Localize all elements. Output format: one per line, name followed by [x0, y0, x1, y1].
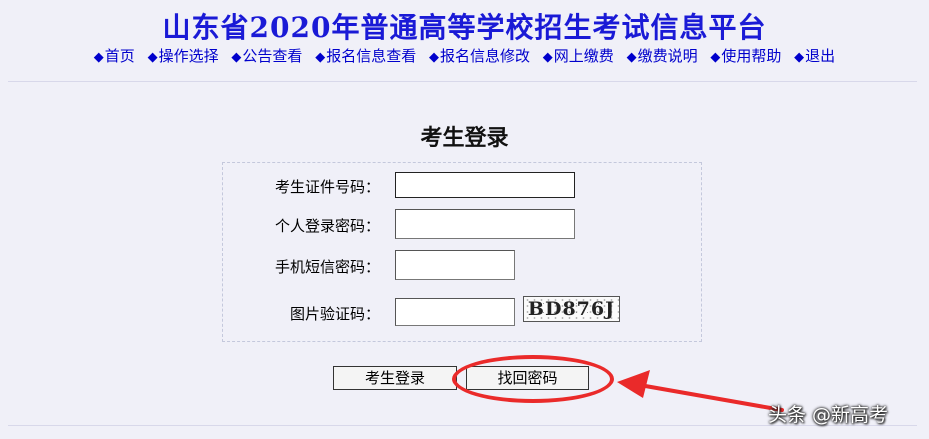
watermark: 头条 @新高考	[768, 404, 889, 426]
annotation-arrow-icon	[617, 370, 784, 412]
